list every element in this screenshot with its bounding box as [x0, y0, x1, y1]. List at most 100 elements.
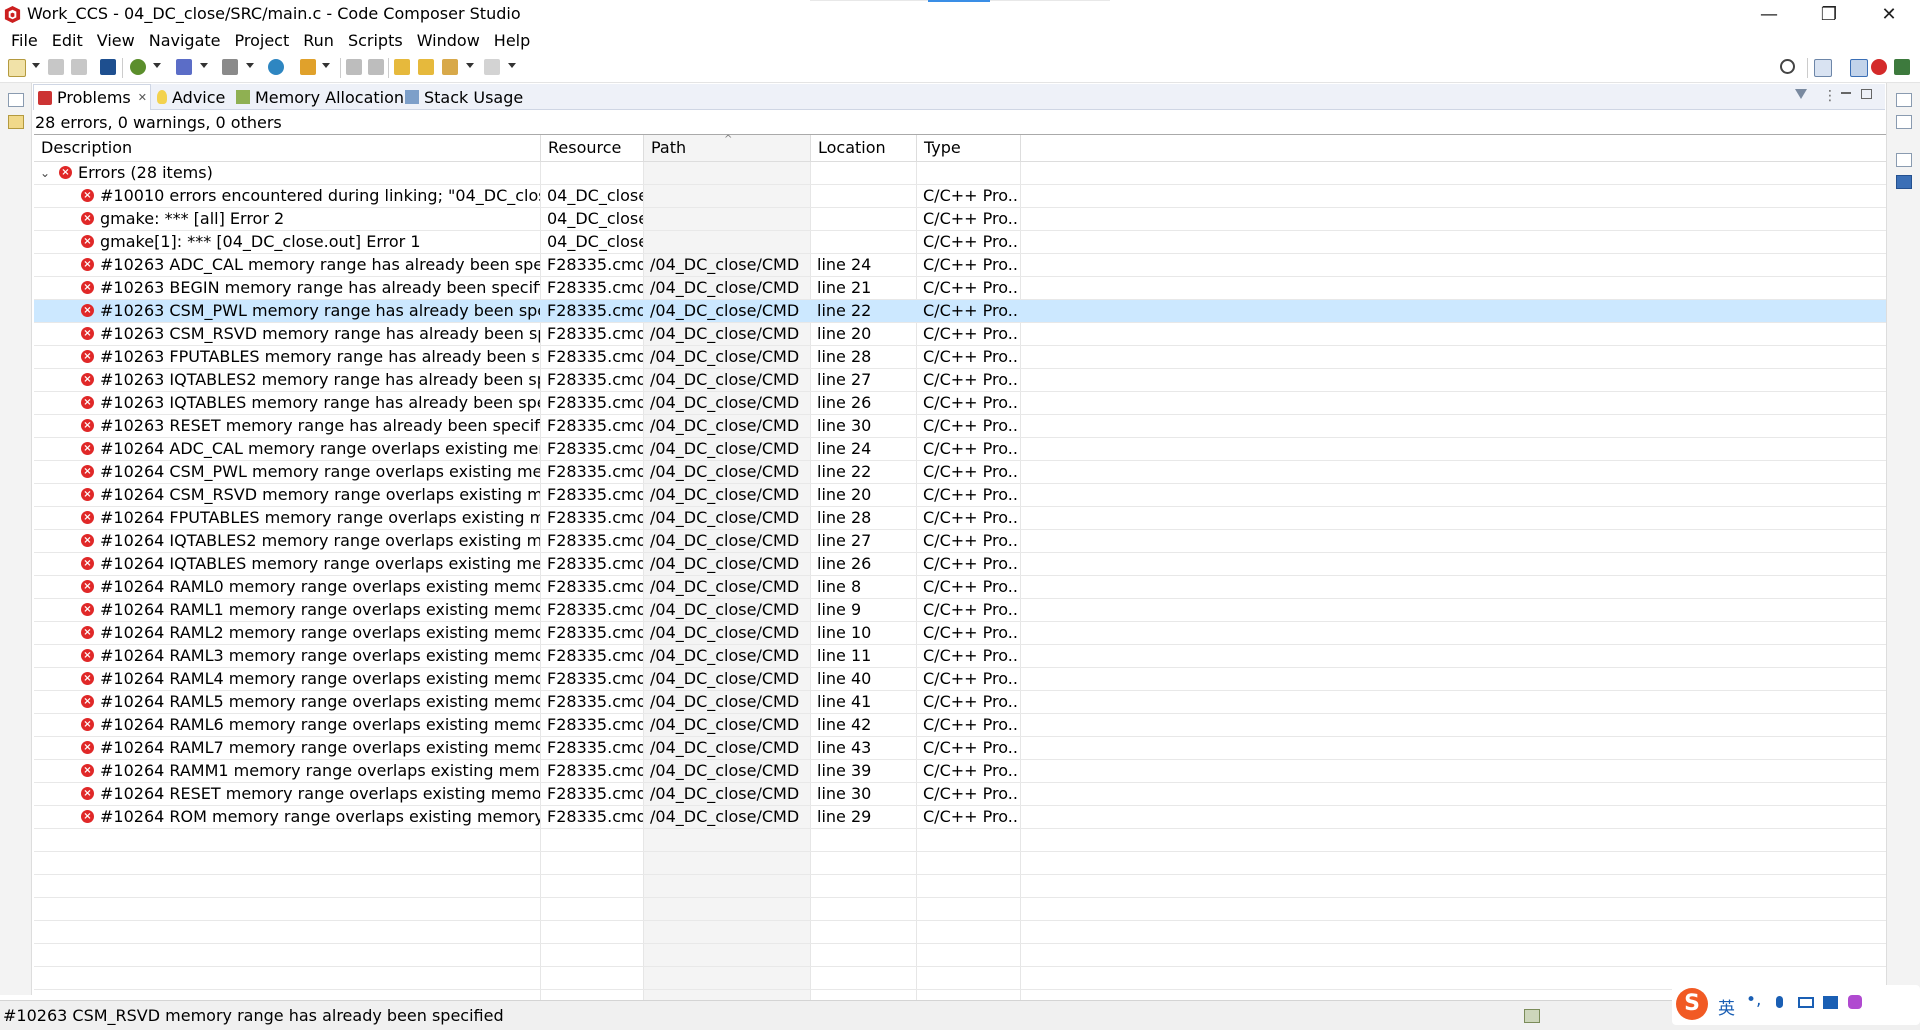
- save-icon[interactable]: [48, 59, 64, 75]
- menu-file[interactable]: File: [4, 31, 45, 50]
- project-explorer-icon[interactable]: [8, 115, 24, 129]
- table-row[interactable]: × #10264 RESET memory range overlaps exis…: [34, 783, 1886, 806]
- table-row[interactable]: × #10264 IQTABLES2 memory range overlaps …: [34, 530, 1886, 553]
- table-row[interactable]: × #10264 FPUTABLES memory range overlaps …: [34, 507, 1886, 530]
- hammer-icon[interactable]: [222, 59, 238, 75]
- menu-edit[interactable]: Edit: [45, 31, 90, 50]
- build-icon[interactable]: [176, 59, 192, 75]
- table-row[interactable]: × #10264 RAML2 memory range overlaps exis…: [34, 622, 1886, 645]
- column-resource[interactable]: Resource: [541, 135, 644, 161]
- menu-view[interactable]: View: [90, 31, 142, 50]
- table-row[interactable]: × #10264 IQTABLES memory range overlaps e…: [34, 553, 1886, 576]
- table-row[interactable]: × #10264 ROM memory range overlaps existi…: [34, 806, 1886, 829]
- forward-dropdown-icon[interactable]: [508, 63, 516, 68]
- ime-logo-icon[interactable]: S: [1676, 988, 1708, 1020]
- next-annotation-icon[interactable]: [346, 59, 362, 75]
- build-dropdown-icon[interactable]: [200, 63, 208, 68]
- ime-language-label[interactable]: 英: [1718, 994, 1735, 1019]
- new-dropdown-icon[interactable]: [32, 63, 40, 68]
- table-row[interactable]: × #10263 RESET memory range has already b…: [34, 415, 1886, 438]
- search-refs-icon[interactable]: [268, 59, 284, 75]
- table-row[interactable]: × #10263 BEGIN memory range has already b…: [34, 277, 1886, 300]
- table-row[interactable]: × #10264 RAML1 memory range overlaps exis…: [34, 599, 1886, 622]
- table-row[interactable]: × #10264 RAMM1 memory range overlaps exis…: [34, 760, 1886, 783]
- table-row[interactable]: × gmake: *** [all] Error 2 04_DC_close C/C+…: [34, 208, 1886, 231]
- table-row[interactable]: × #10263 FPUTABLES memory range has alrea…: [34, 346, 1886, 369]
- back-icon[interactable]: [418, 59, 434, 75]
- new-icon[interactable]: [8, 59, 26, 77]
- menu-window[interactable]: Window: [410, 31, 487, 50]
- restore-view-icon[interactable]: [8, 93, 24, 107]
- search-icon[interactable]: [1780, 59, 1795, 74]
- column-path[interactable]: Path ^: [644, 134, 811, 161]
- column-location[interactable]: Location: [811, 135, 917, 161]
- console-view-icon[interactable]: [1896, 175, 1912, 189]
- cell-location: line 8: [817, 577, 862, 596]
- table-row[interactable]: × #10264 ADC_CAL memory range overlaps ex…: [34, 438, 1886, 461]
- minimize-view-icon[interactable]: [1841, 92, 1851, 94]
- table-row[interactable]: × #10263 ADC_CAL memory range has already…: [34, 254, 1886, 277]
- debug-perspective-icon[interactable]: [1871, 59, 1887, 75]
- table-row[interactable]: × #10264 RAML7 memory range overlaps exis…: [34, 737, 1886, 760]
- tab-close-icon[interactable]: ✕: [138, 91, 147, 104]
- restore-button[interactable]: ❐: [1800, 0, 1858, 28]
- tab-stack-usage[interactable]: Stack Usage: [405, 84, 523, 110]
- save-all-icon[interactable]: [71, 59, 87, 75]
- back-dropdown-icon[interactable]: [466, 63, 474, 68]
- status-task-icon[interactable]: [1524, 1009, 1540, 1023]
- table-row[interactable]: × #10263 CSM_RSVD memory range has alread…: [34, 323, 1886, 346]
- filter-icon[interactable]: [1795, 89, 1807, 99]
- microphone-icon[interactable]: [1776, 996, 1783, 1008]
- view-menu-icon[interactable]: ⋮: [1823, 88, 1837, 104]
- open-perspective-icon[interactable]: [1814, 59, 1832, 77]
- tab-problems[interactable]: Problems ✕: [33, 84, 151, 110]
- debug-dropdown-icon[interactable]: [153, 63, 161, 68]
- table-row[interactable]: × gmake[1]: *** [04_DC_close.out] Error 1…: [34, 231, 1886, 254]
- chevron-down-icon[interactable]: ⌄: [40, 162, 50, 184]
- close-button[interactable]: ✕: [1860, 0, 1918, 28]
- forward-icon[interactable]: [484, 59, 500, 75]
- last-edit-icon[interactable]: [394, 59, 410, 75]
- menu-navigate[interactable]: Navigate: [142, 31, 228, 50]
- toolbox-icon[interactable]: [1848, 995, 1862, 1009]
- back-nav-icon[interactable]: [442, 59, 458, 75]
- menu-help[interactable]: Help: [487, 31, 537, 50]
- edit-perspective-icon[interactable]: [1850, 59, 1868, 77]
- tab-advice-label: Advice: [172, 87, 226, 107]
- outline-view-icon[interactable]: [1896, 115, 1912, 129]
- table-row[interactable]: × #10264 RAML0 memory range overlaps exis…: [34, 576, 1886, 599]
- launch-icon[interactable]: [300, 59, 316, 75]
- maximize-view-icon[interactable]: [1861, 89, 1872, 99]
- skin-icon[interactable]: [1823, 996, 1838, 1009]
- column-type[interactable]: Type: [917, 135, 1021, 161]
- restore-right-2-icon[interactable]: [1896, 153, 1912, 167]
- prev-annotation-icon[interactable]: [368, 59, 384, 75]
- table-row[interactable]: × #10264 RAML3 memory range overlaps exis…: [34, 645, 1886, 668]
- table-row[interactable]: × #10264 RAML6 memory range overlaps exis…: [34, 714, 1886, 737]
- debug-view-icon[interactable]: [100, 59, 116, 75]
- menu-project[interactable]: Project: [228, 31, 297, 50]
- menu-scripts[interactable]: Scripts: [341, 31, 410, 50]
- table-row[interactable]: × #10263 IQTABLES2 memory range has alrea…: [34, 369, 1886, 392]
- launch-dropdown-icon[interactable]: [322, 63, 330, 68]
- column-description[interactable]: Description: [34, 135, 541, 161]
- table-row[interactable]: × #10263 CSM_PWL memory range has already…: [34, 300, 1886, 323]
- tab-memory-allocation[interactable]: Memory Allocation: [236, 84, 404, 110]
- keyboard-icon[interactable]: [1798, 997, 1814, 1008]
- table-row[interactable]: × #10010 errors encountered during linkin…: [34, 185, 1886, 208]
- table-row[interactable]: × #10264 RAML4 memory range overlaps exis…: [34, 668, 1886, 691]
- table-row[interactable]: × #10264 CSM_RSVD memory range overlaps e…: [34, 484, 1886, 507]
- tab-advice[interactable]: Advice: [157, 84, 225, 110]
- restore-right-icon[interactable]: [1896, 93, 1912, 107]
- cell-type: C/C++ Pro...: [923, 232, 1017, 251]
- menu-run[interactable]: Run: [296, 31, 341, 50]
- hammer-dropdown-icon[interactable]: [246, 63, 254, 68]
- group-row-errors[interactable]: ⌄ × Errors (28 items): [34, 162, 1886, 185]
- debug-icon[interactable]: [130, 59, 146, 75]
- table-row[interactable]: × #10263 IQTABLES memory range has alread…: [34, 392, 1886, 415]
- table-row[interactable]: × #10264 CSM_PWL memory range overlaps ex…: [34, 461, 1886, 484]
- minimize-button[interactable]: —: [1740, 0, 1798, 28]
- table-row[interactable]: × #10264 RAML5 memory range overlaps exis…: [34, 691, 1886, 714]
- ime-punctuation-icon[interactable]: •,: [1746, 990, 1761, 1010]
- ccs-perspective-icon[interactable]: [1894, 59, 1910, 75]
